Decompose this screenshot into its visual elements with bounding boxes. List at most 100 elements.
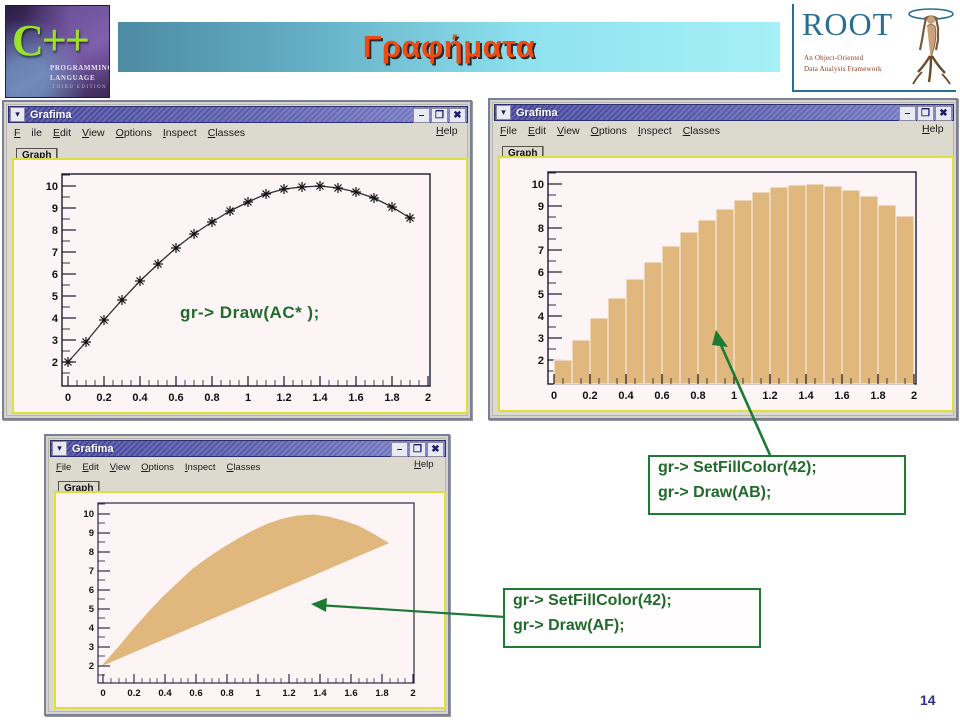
svg-text:5: 5 <box>89 604 95 615</box>
menu-item-options[interactable]: Options <box>591 125 627 137</box>
svg-text:9: 9 <box>52 203 58 215</box>
menu-item-edit[interactable]: Edit <box>528 125 546 137</box>
svg-text:0: 0 <box>551 390 557 402</box>
svg-text:0.6: 0.6 <box>168 392 183 404</box>
menu-item-view[interactable]: View <box>557 125 580 137</box>
svg-text:1: 1 <box>255 688 261 699</box>
svg-text:6: 6 <box>52 269 58 281</box>
menu-item-edit[interactable]: Edit <box>82 462 98 473</box>
svg-text:9: 9 <box>538 201 544 213</box>
window-controls[interactable]: – ❐ ✖ <box>390 442 444 457</box>
window-title: Grafima <box>516 106 558 119</box>
titlebar[interactable]: ▾ Grafima – ❐ ✖ <box>494 104 954 121</box>
svg-text:1: 1 <box>245 392 251 404</box>
svg-text:0.2: 0.2 <box>582 390 597 402</box>
svg-text:0: 0 <box>100 688 105 699</box>
svg-text:0: 0 <box>65 392 71 404</box>
svg-text:0.2: 0.2 <box>96 392 111 404</box>
close-button[interactable]: ✖ <box>449 108 466 123</box>
svg-text:10: 10 <box>46 181 58 193</box>
window-title: Grafima <box>72 442 114 455</box>
svg-text:0.6: 0.6 <box>654 390 669 402</box>
menu-item-inspect[interactable]: Inspect <box>163 127 197 139</box>
annotation-box-setfillcolor-af: gr-> SetFillColor(42); gr-> Draw(AF); <box>503 588 761 648</box>
window-controls[interactable]: – ❐ ✖ <box>898 106 952 121</box>
menu-item-inspect[interactable]: Inspect <box>185 462 216 473</box>
svg-text:2: 2 <box>425 392 431 404</box>
svg-text:6: 6 <box>89 585 94 596</box>
titlebar[interactable]: ▾ Grafima – ❐ ✖ <box>8 106 468 123</box>
annotation-setfillcolor-42: gr-> SetFillColor(42); <box>658 459 817 476</box>
maximize-button[interactable]: ❐ <box>917 106 934 121</box>
window-grafima-scatter[interactable]: ▾ Grafima – ❐ ✖ File Edit View Options I… <box>2 100 472 420</box>
svg-text:1.2: 1.2 <box>276 392 291 404</box>
svg-text:8: 8 <box>52 225 58 237</box>
svg-text:7: 7 <box>52 247 58 259</box>
minimize-button[interactable]: – <box>413 108 430 123</box>
svg-text:1.8: 1.8 <box>870 390 885 402</box>
svg-text:2: 2 <box>911 390 917 402</box>
menu-item-options[interactable]: Options <box>116 127 152 139</box>
annotation-setfillcolor-42-2: gr-> SetFillColor(42); <box>513 592 672 609</box>
root-logo: ROOT An Object-Oriented Data Analysis Fr… <box>792 4 956 92</box>
menubar[interactable]: File Edit View Options Inspect Classes <box>500 123 732 139</box>
svg-text:5: 5 <box>538 289 544 301</box>
minimize-button[interactable]: – <box>899 106 916 121</box>
svg-text:0.4: 0.4 <box>158 688 172 699</box>
svg-text:3: 3 <box>52 335 58 347</box>
menu-item-view[interactable]: View <box>82 127 105 139</box>
svg-text:7: 7 <box>89 566 94 577</box>
svg-text:1.6: 1.6 <box>348 392 363 404</box>
root-tagline-line1: An Object-Oriented <box>804 54 864 62</box>
svg-text:2: 2 <box>410 688 415 699</box>
svg-text:1.8: 1.8 <box>375 688 388 699</box>
menu-item-view[interactable]: View <box>110 462 130 473</box>
menu-item-classes[interactable]: Classes <box>208 127 245 139</box>
menu-item-inspect[interactable]: Inspect <box>638 125 672 137</box>
cpp-cover-line3: THIRD EDITION <box>52 85 107 90</box>
svg-text:4: 4 <box>52 313 59 325</box>
maximize-button[interactable]: ❐ <box>431 108 448 123</box>
close-button[interactable]: ✖ <box>935 106 952 121</box>
svg-text:3: 3 <box>538 333 544 345</box>
svg-text:0.8: 0.8 <box>204 392 219 404</box>
titlebar[interactable]: ▾ Grafima – ❐ ✖ <box>50 440 446 457</box>
menu-item-file[interactable]: File <box>14 127 42 139</box>
close-button[interactable]: ✖ <box>427 442 444 457</box>
window-menu-chevron-icon[interactable]: ▾ <box>10 107 25 122</box>
svg-text:6: 6 <box>538 267 544 279</box>
page-title: Γραφήματα <box>362 29 536 64</box>
svg-text:10: 10 <box>83 509 94 520</box>
window-controls[interactable]: – ❐ ✖ <box>412 108 466 123</box>
svg-text:1.4: 1.4 <box>798 390 814 402</box>
root-atlas-figure-icon <box>908 8 954 85</box>
menu-item-file[interactable]: File <box>500 125 517 137</box>
svg-text:1.4: 1.4 <box>313 688 327 699</box>
menu-item-edit[interactable]: Edit <box>53 127 71 139</box>
menu-item-help[interactable]: Help <box>414 459 434 470</box>
menu-item-help[interactable]: Help <box>436 125 458 137</box>
menu-item-classes[interactable]: Classes <box>227 462 261 473</box>
window-menu-chevron-icon[interactable]: ▾ <box>496 105 511 120</box>
minimize-button[interactable]: – <box>391 442 408 457</box>
scatter-plot: 1098 765 432 0 0.2 0.4 0.6 0.8 1 1.2 1.4… <box>14 160 466 412</box>
window-title: Grafima <box>30 108 72 121</box>
svg-text:10: 10 <box>532 179 544 191</box>
menu-item-help[interactable]: Help <box>922 123 944 135</box>
svg-text:0.2: 0.2 <box>127 688 140 699</box>
menubar[interactable]: File Edit View Options Inspect Classes <box>56 459 272 475</box>
svg-text:5: 5 <box>52 291 58 303</box>
svg-text:4: 4 <box>538 311 545 323</box>
svg-text:1.8: 1.8 <box>384 392 399 404</box>
slide-title-band: Γραφήματα <box>118 22 780 72</box>
menu-item-file[interactable]: File <box>56 462 71 473</box>
window-menu-chevron-icon[interactable]: ▾ <box>52 441 67 456</box>
menu-item-classes[interactable]: Classes <box>683 125 720 137</box>
menubar[interactable]: File Edit View Options Inspect Classes <box>14 125 257 141</box>
svg-text:8: 8 <box>538 223 544 235</box>
svg-text:0.6: 0.6 <box>189 688 202 699</box>
root-canvas-scatter[interactable]: 10 9 8 765 432 0 0.2 0.4 0.6 0.8 1 1.2 1… <box>12 158 468 414</box>
menu-item-options[interactable]: Options <box>141 462 174 473</box>
maximize-button[interactable]: ❐ <box>409 442 426 457</box>
window-grafima-fill[interactable]: ▾ Grafima – ❐ ✖ File Edit View Options I… <box>44 434 450 716</box>
